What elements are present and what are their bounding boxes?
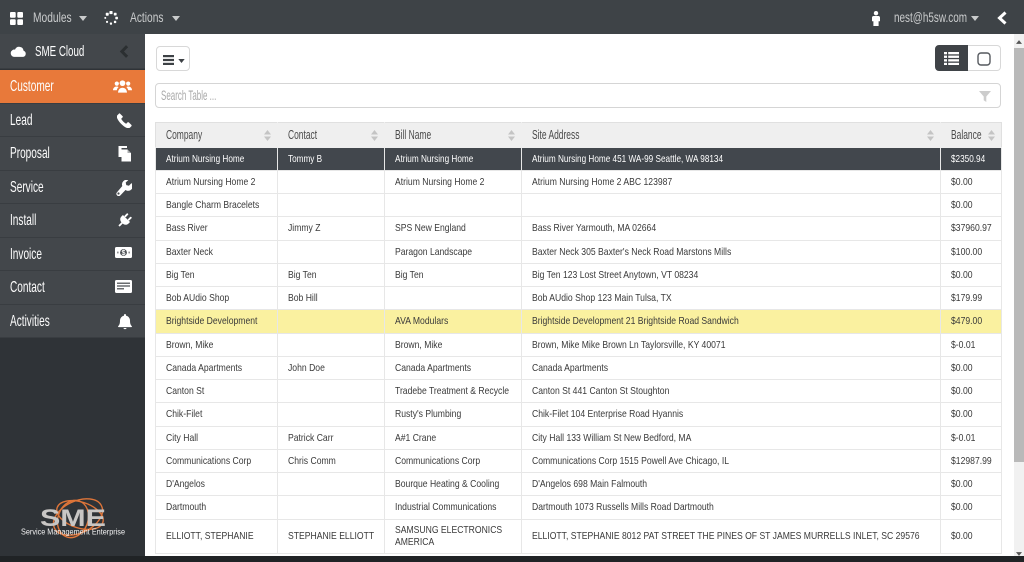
svg-text:Service Management Enterprise: Service Management Enterprise (21, 527, 125, 537)
svg-text:$: $ (122, 248, 126, 257)
